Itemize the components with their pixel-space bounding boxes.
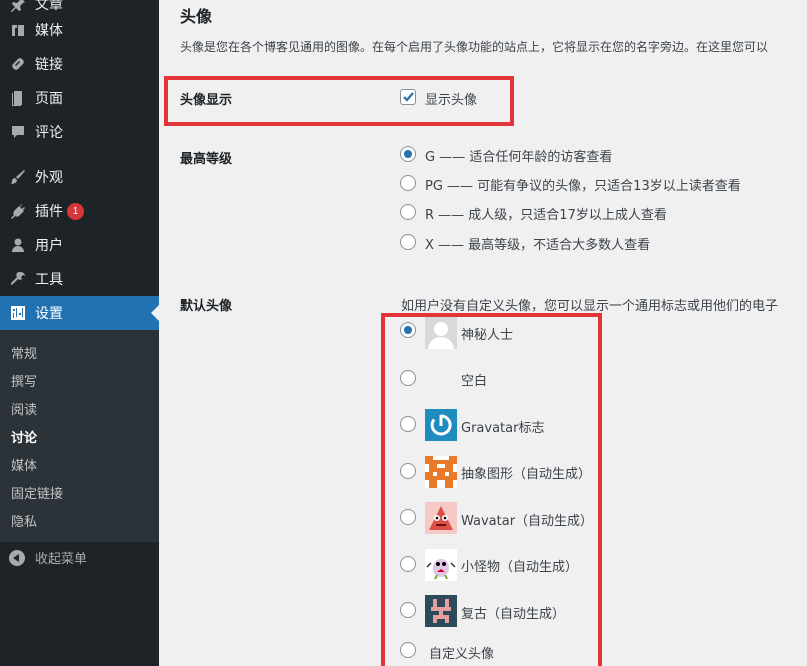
max-rating-label: 最高等级 bbox=[180, 152, 233, 167]
link-icon bbox=[10, 56, 26, 72]
submenu-general[interactable]: 常规 bbox=[11, 343, 37, 362]
menu-item-appearance[interactable]: 外观 bbox=[0, 160, 159, 194]
submenu-media[interactable]: 媒体 bbox=[11, 455, 37, 474]
menu-label: 用户 bbox=[35, 238, 63, 254]
active-menu-arrow bbox=[151, 305, 159, 321]
rating-option-g[interactable]: G —— 适合任何年龄的访客查看 bbox=[425, 146, 612, 165]
rating-radio-x[interactable] bbox=[400, 234, 416, 250]
pushpin-icon bbox=[10, 0, 26, 12]
menu-item-pages[interactable]: 页面 bbox=[0, 81, 159, 115]
wrench-icon bbox=[10, 271, 26, 287]
menu-label: 链接 bbox=[35, 57, 63, 73]
menu-label: 文章 bbox=[35, 0, 63, 13]
submenu-privacy[interactable]: 隐私 bbox=[11, 511, 37, 530]
user-icon bbox=[10, 237, 26, 253]
rating-option-pg[interactable]: PG —— 可能有争议的头像，只适合13岁以上读者查看 bbox=[425, 175, 741, 194]
submenu-writing[interactable]: 撰写 bbox=[11, 371, 37, 390]
menu-label: 工具 bbox=[35, 272, 63, 288]
rating-radio-g[interactable] bbox=[400, 146, 416, 162]
collapse-menu-button[interactable]: 收起菜单 bbox=[9, 548, 87, 567]
rating-option-x[interactable]: X —— 最高等级，不适合大多数人查看 bbox=[425, 234, 650, 253]
plugin-icon bbox=[10, 203, 26, 219]
submenu-discussion[interactable]: 讨论 bbox=[11, 427, 37, 446]
default-avatar-label: 默认头像 bbox=[180, 299, 233, 314]
default-avatar-description: 如用户没有自定义头像，您可以显示一个通用标志或用他们的电子 bbox=[401, 299, 779, 314]
section-description: 头像是您在各个博客见通用的图像。在每个启用了头像功能的站点上，它将显示在您的名字… bbox=[180, 40, 769, 54]
menu-label: 设置 bbox=[35, 306, 63, 322]
settings-icon bbox=[10, 305, 26, 321]
menu-item-media[interactable]: 媒体 bbox=[0, 13, 159, 47]
menu-item-users[interactable]: 用户 bbox=[0, 228, 159, 262]
menu-label: 评论 bbox=[35, 125, 63, 141]
menu-label: 页面 bbox=[35, 91, 63, 107]
comment-icon bbox=[10, 124, 26, 140]
menu-item-plugins[interactable]: 插件 1 bbox=[0, 194, 159, 228]
rating-radio-pg[interactable] bbox=[400, 175, 416, 191]
collapse-label: 收起菜单 bbox=[35, 552, 88, 567]
paintbrush-icon bbox=[10, 169, 26, 185]
settings-content: 头像 头像是您在各个博客见通用的图像。在每个启用了头像功能的站点上，它将显示在您… bbox=[159, 0, 807, 666]
menu-item-links[interactable]: 链接 bbox=[0, 47, 159, 81]
settings-submenu: 常规 撰写 阅读 讨论 媒体 固定链接 隐私 bbox=[0, 330, 159, 542]
submenu-reading[interactable]: 阅读 bbox=[11, 399, 37, 418]
menu-label: 插件 bbox=[35, 204, 63, 220]
collapse-arrow-icon bbox=[9, 549, 25, 566]
menu-label: 外观 bbox=[35, 170, 63, 186]
section-title: 头像 bbox=[180, 7, 213, 26]
menu-item-tools[interactable]: 工具 bbox=[0, 262, 159, 296]
highlight-box-show-avatars bbox=[164, 76, 514, 126]
menu-item-settings[interactable]: 设置 bbox=[0, 296, 159, 330]
submenu-permalinks[interactable]: 固定链接 bbox=[11, 483, 63, 502]
admin-sidebar: 文章 媒体 链接 页面 评论 外观 插件 1 用户 工具 设置 常规 撰写 阅读… bbox=[0, 0, 159, 666]
highlight-box-default-avatars bbox=[381, 313, 602, 666]
menu-label: 媒体 bbox=[35, 23, 63, 39]
rating-radio-r[interactable] bbox=[400, 204, 416, 220]
update-count-badge: 1 bbox=[67, 202, 84, 220]
media-icon bbox=[10, 22, 26, 38]
rating-option-r[interactable]: R —— 成人级，只适合17岁以上成人查看 bbox=[425, 204, 667, 223]
menu-item-comments[interactable]: 评论 bbox=[0, 115, 159, 149]
page-icon bbox=[10, 90, 26, 106]
